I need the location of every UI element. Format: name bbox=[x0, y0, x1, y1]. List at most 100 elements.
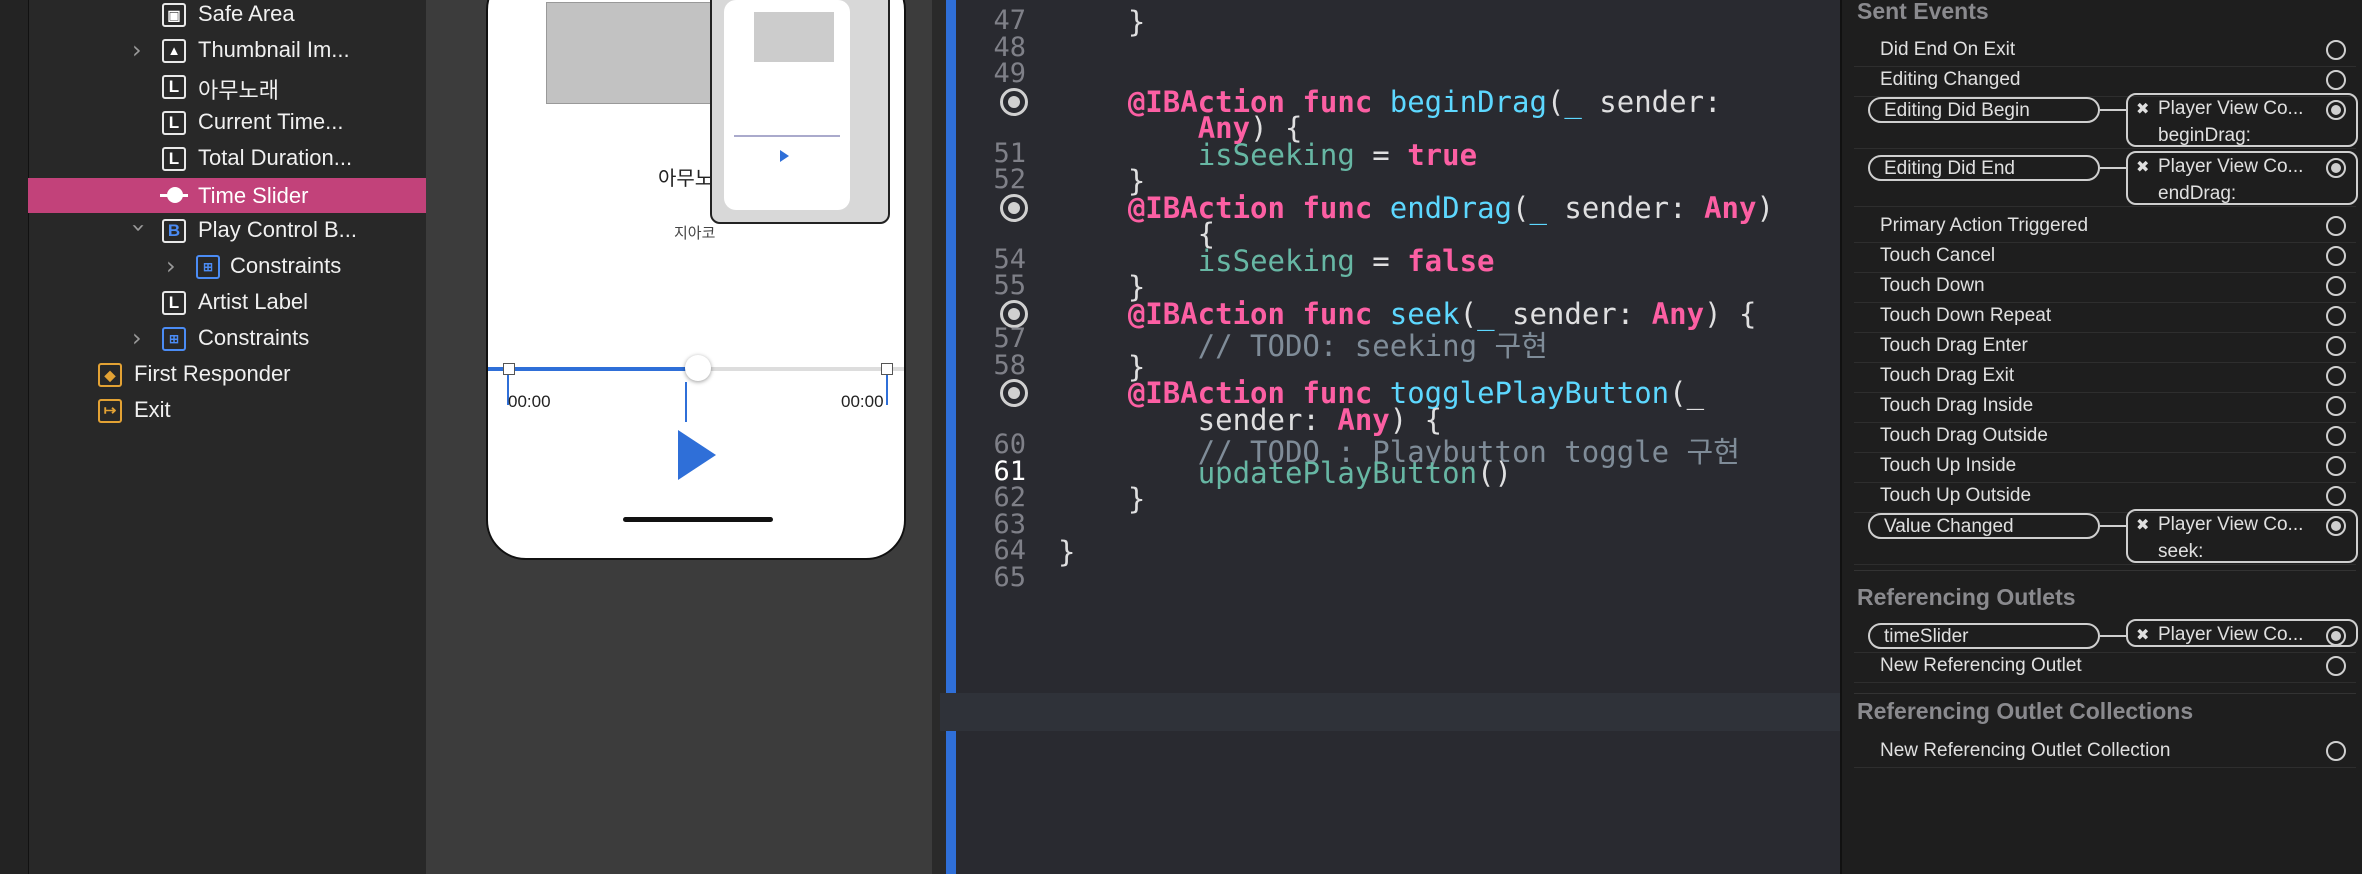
connection-circle-icon[interactable] bbox=[2326, 336, 2346, 356]
connection-circle-icon[interactable] bbox=[2326, 516, 2346, 536]
connection-circle-icon[interactable] bbox=[2326, 456, 2346, 476]
connection-source-pill[interactable]: timeSlider bbox=[1868, 623, 2100, 649]
connection-row[interactable]: Touch Down Repeat bbox=[1854, 302, 2356, 333]
connection-row[interactable]: New Referencing Outlet Collection bbox=[1854, 737, 2356, 768]
outline-item-title-label[interactable]: L 아무노래 bbox=[28, 70, 426, 106]
connection-line bbox=[2100, 109, 2126, 111]
outline-item-constraints-inner[interactable]: › ⊞ Constraints bbox=[28, 250, 426, 286]
connection-row[interactable]: Touch Cancel bbox=[1854, 242, 2356, 273]
connection-row[interactable]: Touch Down bbox=[1854, 272, 2356, 303]
connection-circle-icon[interactable] bbox=[2326, 626, 2346, 646]
connection-row[interactable]: Value Changed ✖ Player View Co... seek: bbox=[1854, 509, 2358, 565]
connection-circle-icon[interactable] bbox=[2326, 486, 2346, 506]
connection-source-pill[interactable]: Editing Did End bbox=[1868, 155, 2100, 181]
remove-connection-icon[interactable]: ✖ bbox=[2136, 99, 2149, 119]
connection-circle-icon[interactable] bbox=[2326, 158, 2346, 178]
minimap-thumb bbox=[754, 12, 834, 62]
target-label: Player View Co... bbox=[2158, 514, 2304, 535]
connection-row[interactable]: Primary Action Triggered bbox=[1854, 212, 2356, 243]
remove-connection-icon[interactable]: ✖ bbox=[2136, 625, 2149, 645]
chevron-right-icon[interactable]: › bbox=[132, 326, 146, 350]
minimap-preview bbox=[724, 0, 850, 210]
chevron-right-icon[interactable]: › bbox=[166, 254, 180, 278]
connection-circle-icon[interactable] bbox=[2326, 366, 2346, 386]
chevron-down-icon[interactable]: › bbox=[125, 223, 153, 237]
outline-item-first-responder[interactable]: ◆ First Responder bbox=[28, 358, 426, 394]
outline-item-constraints[interactable]: › ⊞ Constraints bbox=[28, 322, 426, 358]
remove-connection-icon[interactable]: ✖ bbox=[2136, 157, 2149, 177]
artist-label[interactable]: 지아코 bbox=[674, 222, 715, 243]
connection-circle-icon[interactable] bbox=[2326, 396, 2346, 416]
editor-splitter[interactable] bbox=[932, 0, 946, 874]
image-view-icon: ▲ bbox=[162, 39, 186, 63]
connection-circle-icon[interactable] bbox=[2326, 306, 2346, 326]
connection-target[interactable]: ✖ Player View Co... bbox=[2126, 619, 2358, 647]
connection-circle-icon[interactable] bbox=[2326, 656, 2346, 676]
chevron-right-icon[interactable]: › bbox=[132, 38, 146, 62]
connection-row[interactable]: Touch Up Inside bbox=[1854, 452, 2356, 483]
connection-target[interactable]: ✖ Player View Co... beginDrag: bbox=[2126, 93, 2358, 147]
outline-item-exit[interactable]: ↦ Exit bbox=[28, 394, 426, 430]
connection-source-pill[interactable]: Editing Did Begin bbox=[1868, 97, 2100, 123]
connection-label: Touch Drag Inside bbox=[1880, 395, 2034, 416]
connection-circle-icon[interactable] bbox=[2326, 70, 2346, 90]
scene-minimap[interactable] bbox=[710, 0, 890, 224]
connection-circle-icon[interactable] bbox=[2326, 246, 2346, 266]
resize-handle[interactable] bbox=[881, 363, 893, 375]
outline-item-total-duration[interactable]: L Total Duration... bbox=[28, 142, 426, 178]
connection-label: Touch Down Repeat bbox=[1880, 305, 2052, 326]
outlet-connection-icon[interactable] bbox=[1000, 193, 1028, 222]
total-duration-label[interactable]: 00:00 bbox=[841, 392, 884, 412]
connection-circle-icon[interactable] bbox=[2326, 741, 2346, 761]
connection-label: Editing Did End bbox=[1884, 158, 2015, 179]
thumbnail-image-view[interactable] bbox=[546, 2, 728, 104]
connection-target[interactable]: ✖ Player View Co... endDrag: bbox=[2126, 151, 2358, 205]
outline-item-artist-label[interactable]: L Artist Label bbox=[28, 286, 426, 322]
connection-circle-icon[interactable] bbox=[2326, 276, 2346, 296]
connection-label: New Referencing Outlet Collection bbox=[1880, 740, 2171, 761]
connection-label: timeSlider bbox=[1884, 626, 1969, 647]
line-number: 58 bbox=[993, 349, 1026, 381]
connection-circle-icon[interactable] bbox=[2326, 100, 2346, 120]
connection-label: Editing Changed bbox=[1880, 69, 2021, 90]
outlet-connection-icon[interactable] bbox=[1000, 87, 1028, 116]
connection-row[interactable]: Touch Drag Outside bbox=[1854, 422, 2356, 453]
code-line[interactable]: } bbox=[1058, 535, 1075, 569]
connection-row[interactable]: Touch Drag Enter bbox=[1854, 332, 2356, 363]
outline-item-time-slider[interactable]: Time Slider bbox=[28, 178, 426, 213]
code-line[interactable]: } bbox=[1058, 482, 1145, 516]
play-icon[interactable] bbox=[678, 430, 716, 480]
interface-builder-canvas[interactable]: 아무노 지아코 00:00 00:00 bbox=[426, 0, 932, 874]
current-time-label[interactable]: 00:00 bbox=[508, 392, 551, 412]
connection-label: Touch Drag Exit bbox=[1880, 365, 2015, 386]
connection-target[interactable]: ✖ Player View Co... seek: bbox=[2126, 509, 2358, 563]
resize-handle[interactable] bbox=[503, 363, 515, 375]
connection-row[interactable]: timeSlider ✖ Player View Co... bbox=[1854, 619, 2358, 653]
code-editor[interactable]: 47 } 48 49 @IBAction func beginDrag(_ send… bbox=[956, 0, 1840, 874]
outline-item-safe-area[interactable]: ▣ Safe Area bbox=[28, 0, 426, 34]
connection-row[interactable]: Touch Drag Inside bbox=[1854, 392, 2356, 423]
code-line[interactable]: } bbox=[1058, 5, 1145, 39]
connection-row[interactable]: New Referencing Outlet bbox=[1854, 652, 2356, 683]
outline-item-play-control[interactable]: › B Play Control B... bbox=[28, 214, 426, 250]
time-slider-thumb[interactable] bbox=[685, 355, 711, 381]
connection-source-pill[interactable]: Value Changed bbox=[1868, 513, 2100, 539]
song-title-label[interactable]: 아무노 bbox=[658, 162, 713, 191]
connection-circle-icon[interactable] bbox=[2326, 216, 2346, 236]
line-number: 65 bbox=[993, 561, 1026, 593]
connection-circle-icon[interactable] bbox=[2326, 426, 2346, 446]
connection-label: Value Changed bbox=[1884, 516, 2014, 537]
connection-row[interactable]: Did End On Exit bbox=[1854, 36, 2356, 67]
connection-label: Touch Drag Enter bbox=[1880, 335, 2028, 356]
connection-row[interactable]: Editing Did Begin ✖ Player View Co... begin… bbox=[1854, 93, 2358, 149]
remove-connection-icon[interactable]: ✖ bbox=[2136, 515, 2149, 535]
section-sent-events: Sent Events bbox=[1857, 0, 1989, 24]
connection-line bbox=[2100, 635, 2126, 637]
connection-row[interactable]: Editing Did End ✖ Player View Co... endDrag… bbox=[1854, 151, 2358, 207]
outline-item-thumbnail[interactable]: › ▲ Thumbnail Im... bbox=[28, 34, 426, 70]
connection-line bbox=[2100, 167, 2126, 169]
connection-row[interactable]: Touch Drag Exit bbox=[1854, 362, 2356, 393]
connection-circle-icon[interactable] bbox=[2326, 40, 2346, 60]
outline-item-current-time[interactable]: L Current Time... bbox=[28, 106, 426, 142]
outlet-connection-icon[interactable] bbox=[1000, 379, 1028, 407]
